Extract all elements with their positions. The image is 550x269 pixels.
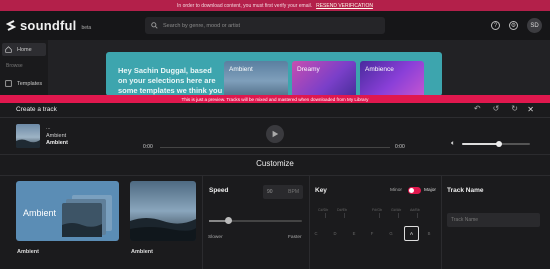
- modal-title: Create a track: [16, 106, 57, 113]
- volume-knob[interactable]: [496, 141, 503, 147]
- faster-label: Faster: [288, 235, 302, 240]
- sidebar-item-label: Templates: [17, 80, 43, 87]
- key-sharp-d[interactable]: D#/Eb: [337, 208, 347, 212]
- style-label: Ambient: [131, 249, 153, 255]
- divider: [309, 176, 310, 269]
- speed-knob[interactable]: [224, 217, 232, 224]
- style-stack-image: [62, 195, 112, 237]
- bpm-input[interactable]: 90 BPM: [263, 185, 303, 199]
- logo-text: soundful: [20, 18, 77, 33]
- promo-banner: Hey Sachin Duggal, based on your selecti…: [106, 52, 442, 96]
- settings-icon[interactable]: ⚙: [509, 21, 518, 30]
- bpm-value: 90: [267, 189, 273, 195]
- play-button[interactable]: [266, 125, 284, 143]
- key-tick: [379, 213, 380, 218]
- undo-icon[interactable]: ↺: [493, 104, 500, 113]
- sidebar-item-templates[interactable]: Templates: [2, 77, 46, 90]
- major-label: Major: [424, 188, 436, 193]
- time-total: 0:00: [395, 144, 405, 150]
- track-info: ... Ambient Ambient: [46, 125, 68, 148]
- beta-badge: beta: [81, 25, 92, 31]
- key-sharp-f[interactable]: F#/Gb: [372, 208, 382, 212]
- style-card-ambient[interactable]: Ambient: [16, 181, 119, 241]
- home-icon: [5, 46, 12, 53]
- create-track-modal: Create a track ↶ ↺ ↻ ✕ ... Ambient Ambie…: [0, 103, 550, 269]
- key-note-f[interactable]: F: [367, 231, 377, 236]
- template-tile-ambience[interactable]: Ambience: [360, 61, 424, 96]
- templates-icon: [5, 80, 12, 87]
- sidebar: Home Browse Templates: [0, 40, 48, 96]
- verify-banner-text: In order to download content, you must f…: [177, 2, 313, 9]
- playback-progress[interactable]: [160, 147, 390, 148]
- track-line-1: ...: [46, 125, 51, 131]
- verify-email-banner: In order to download content, you must f…: [0, 0, 550, 11]
- volume-slider[interactable]: [462, 141, 530, 147]
- key-tick: [325, 213, 326, 218]
- play-icon: [272, 130, 279, 138]
- track-thumbnail: [16, 124, 40, 148]
- track-genre: Ambient: [46, 132, 67, 139]
- resend-verification-link[interactable]: RESEND VERIFICATION: [316, 3, 373, 9]
- key-tick: [344, 213, 345, 218]
- search-icon: [151, 22, 158, 29]
- key-note-a-selected[interactable]: A: [404, 226, 419, 241]
- tile-label: Ambient: [229, 66, 253, 73]
- undo-all-icon[interactable]: ↶: [474, 104, 481, 113]
- redo-icon[interactable]: ↻: [511, 104, 518, 113]
- key-tick: [398, 213, 399, 218]
- key-sharp-a[interactable]: A#/Bb: [410, 208, 420, 212]
- key-tick: [417, 213, 418, 218]
- sidebar-item-home[interactable]: Home: [2, 43, 46, 56]
- promo-text: Hey Sachin Duggal, based on your selecti…: [118, 66, 223, 95]
- key-note-e[interactable]: E: [349, 231, 359, 236]
- key-note-d[interactable]: D: [330, 231, 340, 236]
- key-sharp-c[interactable]: C#/Db: [318, 208, 328, 212]
- speed-label: Speed: [209, 187, 229, 194]
- preview-banner: This is just a preview. Tracks will be m…: [0, 95, 550, 103]
- help-icon[interactable]: ?: [491, 21, 500, 30]
- tile-label: Ambience: [365, 66, 394, 73]
- search-input[interactable]: [163, 22, 363, 29]
- speed-slider[interactable]: [209, 217, 302, 224]
- customize-title: Customize: [256, 159, 294, 168]
- search-bar[interactable]: [145, 17, 385, 34]
- key-note-b[interactable]: B: [424, 231, 434, 236]
- key-label: Key: [315, 187, 327, 194]
- template-tile-ambient[interactable]: Ambient: [224, 61, 288, 96]
- template-tile-dreamy[interactable]: Dreamy: [292, 61, 356, 96]
- style-label: Ambient: [17, 249, 39, 255]
- style-card-title: Ambient: [23, 208, 57, 218]
- divider: [202, 176, 203, 269]
- nav-icons: ? ⚙ SD: [491, 18, 542, 33]
- close-icon[interactable]: ✕: [527, 105, 534, 114]
- key-sharp-g[interactable]: G#/Ab: [391, 208, 401, 212]
- tile-label: Dreamy: [297, 66, 320, 73]
- key-mode-toggle[interactable]: [408, 187, 421, 194]
- style-card-ambient-2[interactable]: [130, 181, 196, 241]
- divider: [0, 175, 550, 176]
- sidebar-item-label: Home: [17, 46, 32, 53]
- track-name-label: Track Name: [447, 187, 484, 194]
- slower-label: Slower: [208, 235, 223, 240]
- logo[interactable]: soundful beta: [5, 18, 92, 33]
- track-title: Ambient: [46, 140, 68, 146]
- top-navigation: soundful beta ? ⚙ SD: [0, 11, 550, 40]
- time-elapsed: 0:00: [143, 144, 153, 150]
- avatar[interactable]: SD: [527, 18, 542, 33]
- divider: [0, 154, 550, 155]
- bpm-unit: BPM: [288, 189, 299, 195]
- key-note-c[interactable]: C: [311, 231, 321, 236]
- volume-icon[interactable]: 🔈︎: [451, 140, 455, 148]
- minor-label: Minor: [390, 188, 402, 193]
- divider: [0, 117, 550, 118]
- track-name-input[interactable]: [447, 213, 540, 227]
- divider: [441, 176, 442, 269]
- logo-icon: [5, 19, 17, 32]
- sidebar-section-label: Browse: [6, 63, 23, 69]
- modal-actions: ↶ ↺ ↻: [474, 104, 518, 113]
- volume-fill: [462, 143, 500, 145]
- key-note-g[interactable]: G: [386, 231, 396, 236]
- toggle-knob: [409, 188, 414, 193]
